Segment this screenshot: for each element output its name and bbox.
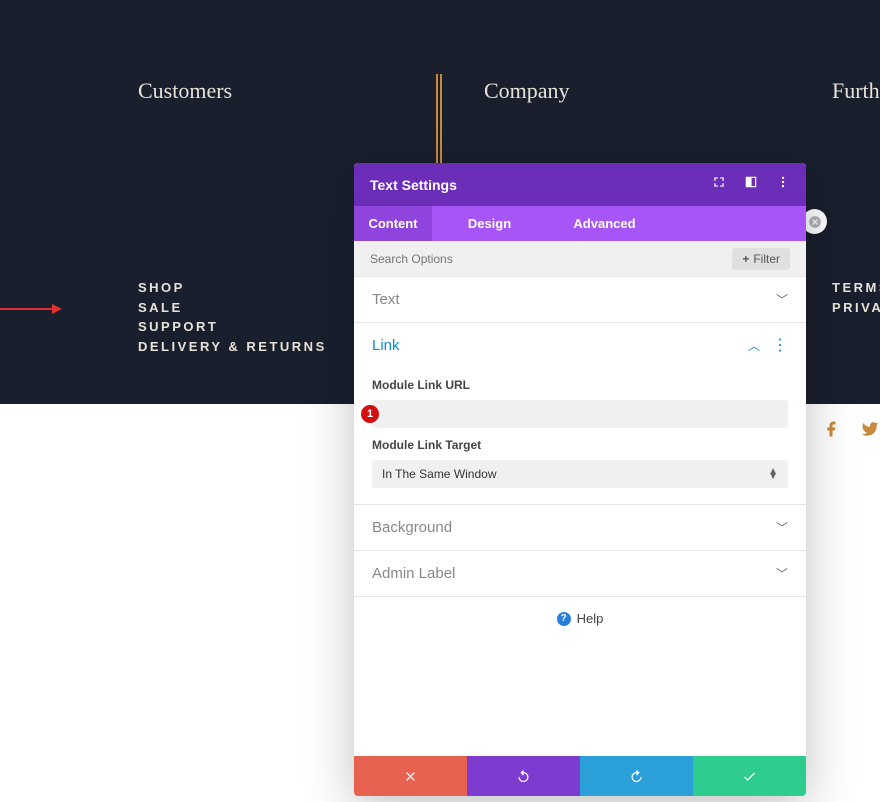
panel-footer: [354, 756, 806, 796]
section-admin-label: Admin Label ﹀: [354, 551, 806, 597]
url-label: Module Link URL: [372, 378, 788, 392]
select-arrows-icon: ▲▼: [768, 469, 778, 479]
search-row: + Filter: [354, 241, 806, 277]
customers-heading: Customers: [138, 78, 232, 104]
social-icons: [822, 420, 880, 443]
section-background-title: Background: [372, 519, 452, 536]
footer-link-delivery[interactable]: DELIVERY & RETURNS: [138, 337, 327, 357]
section-admin-label-header[interactable]: Admin Label ﹀: [354, 551, 806, 596]
section-background: Background ﹀: [354, 505, 806, 551]
twitter-icon[interactable]: [860, 420, 880, 443]
filter-label: Filter: [753, 252, 780, 266]
footer-link-terms[interactable]: TERMS: [832, 278, 880, 298]
help-label: Help: [577, 611, 604, 626]
expand-icon[interactable]: [712, 175, 726, 194]
section-admin-label-title: Admin Label: [372, 565, 455, 582]
chevron-down-icon: ﹀: [776, 519, 788, 536]
further-heading: Furth: [832, 78, 880, 104]
dots-icon[interactable]: ⋮: [772, 343, 788, 349]
tabs-row: Content Design Advanced: [354, 206, 806, 241]
save-button[interactable]: [693, 756, 806, 796]
footer-link-support[interactable]: SUPPORT: [138, 317, 327, 337]
text-settings-panel: Text Settings Content Design Advanced + …: [354, 163, 806, 796]
target-value: In The Same Window: [382, 467, 497, 481]
cancel-button[interactable]: [354, 756, 467, 796]
customers-column: Customers: [138, 78, 232, 134]
section-text-title: Text: [372, 291, 400, 308]
section-background-header[interactable]: Background ﹀: [354, 505, 806, 550]
company-heading: Company: [484, 78, 570, 104]
target-label: Module Link Target: [372, 438, 788, 452]
module-link-url-input[interactable]: [372, 400, 788, 428]
tab-content[interactable]: Content: [354, 206, 432, 241]
company-column: Company: [484, 78, 570, 134]
redo-button[interactable]: [580, 756, 693, 796]
section-link-header[interactable]: Link ︿ ⋮: [354, 323, 806, 368]
chevron-down-icon: ﹀: [776, 565, 788, 582]
customers-links: SHOP SALE SUPPORT DELIVERY & RETURNS: [138, 278, 327, 356]
more-icon[interactable]: [776, 175, 790, 194]
help-icon: ?: [557, 612, 571, 626]
section-text-header[interactable]: Text ﹀: [354, 277, 806, 322]
annotation-arrow: [0, 308, 60, 310]
further-links: TERMS PRIVAC: [832, 278, 880, 317]
undo-button[interactable]: [467, 756, 580, 796]
footer-link-sale[interactable]: SALE: [138, 298, 327, 318]
panel-header[interactable]: Text Settings: [354, 163, 806, 206]
tab-design[interactable]: Design: [432, 206, 547, 241]
section-link: Link ︿ ⋮ Module Link URL 1 Module Link T…: [354, 323, 806, 505]
filter-button[interactable]: + Filter: [732, 248, 790, 270]
panel-title: Text Settings: [370, 177, 457, 193]
footer-link-shop[interactable]: SHOP: [138, 278, 327, 298]
further-column: Furth: [832, 78, 880, 134]
section-link-body: Module Link URL 1 Module Link Target In …: [354, 378, 806, 504]
annotation-badge: 1: [361, 405, 379, 423]
sidepanel-icon[interactable]: [744, 175, 758, 194]
chevron-up-icon: ︿: [748, 337, 760, 354]
footer-link-privacy[interactable]: PRIVAC: [832, 298, 880, 318]
tab-advanced[interactable]: Advanced: [547, 206, 662, 241]
search-input[interactable]: [370, 252, 732, 266]
chevron-down-icon: ﹀: [776, 291, 788, 308]
section-text: Text ﹀: [354, 277, 806, 323]
help-link[interactable]: ? Help: [354, 597, 806, 640]
module-link-target-select[interactable]: In The Same Window ▲▼: [372, 460, 788, 488]
facebook-icon[interactable]: [822, 420, 840, 443]
section-link-title: Link: [372, 337, 400, 354]
